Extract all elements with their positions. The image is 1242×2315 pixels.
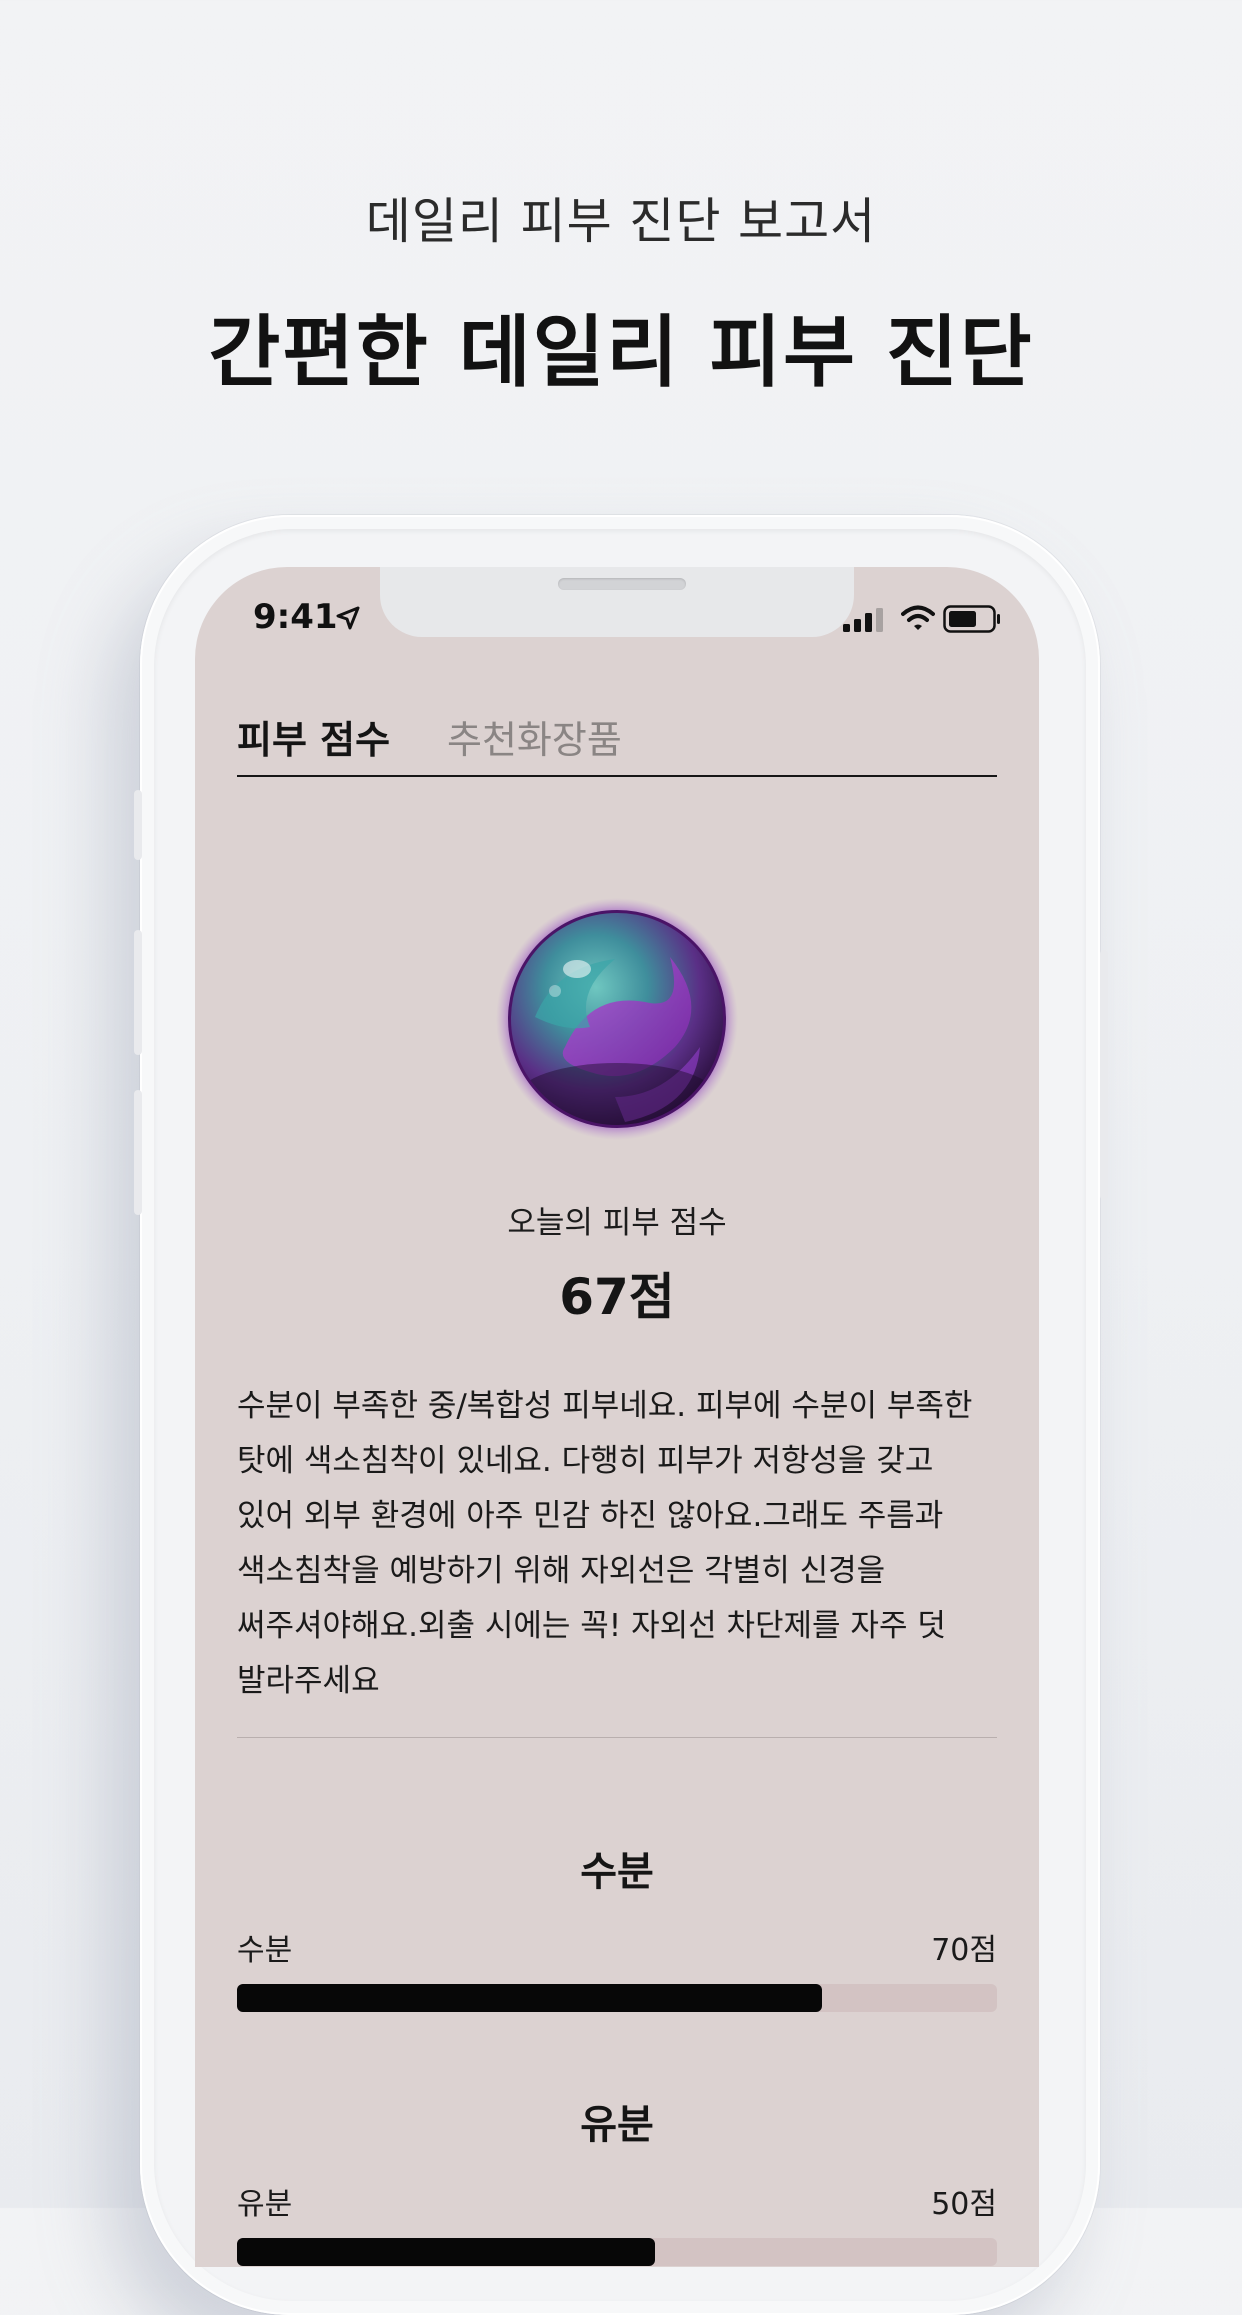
metric-score-moisture: 70점 <box>931 1933 997 1968</box>
section-divider <box>237 1737 997 1738</box>
progress-fill-moisture <box>237 1984 823 2012</box>
section-title-moisture: 수분 <box>580 1849 654 1895</box>
phone-volume-down <box>134 1090 142 1215</box>
battery-icon <box>943 605 1000 633</box>
tab-underline <box>237 775 997 777</box>
phone-mute-switch <box>134 790 142 860</box>
promo-subtitle: 데일리 피부 진단 보고서 <box>365 193 877 250</box>
location-arrow-icon <box>336 606 360 630</box>
app-screen: 9:41 피부 점수 추천화장품 오늘의 피부 점수 67점 수분이 부족한 중… <box>195 567 1039 2267</box>
phone-notch <box>380 567 854 637</box>
metric-name-oil: 유분 <box>237 2187 293 2222</box>
progress-fill-oil <box>237 2238 655 2266</box>
phone-volume-up <box>134 930 142 1055</box>
progress-bar-oil <box>237 2238 997 2266</box>
score-label: 오늘의 피부 점수 <box>507 1205 727 1241</box>
status-time: 9:41 <box>253 597 338 637</box>
section-title-oil: 유분 <box>580 2102 654 2148</box>
wifi-icon <box>901 605 935 630</box>
score-value: 67점 <box>559 1268 675 1326</box>
metric-score-oil: 50점 <box>931 2187 997 2222</box>
speaker-grille <box>558 578 686 590</box>
progress-bar-moisture <box>237 1984 997 2012</box>
phone-power-button <box>1100 950 1108 1200</box>
skin-orb-icon <box>496 898 738 1140</box>
metric-name-moisture: 수분 <box>237 1933 293 1968</box>
tab-recommended-cosmetics[interactable]: 추천화장품 <box>447 709 622 764</box>
signal-icon <box>843 608 883 632</box>
skin-description: 수분이 부족한 중/복합성 피부네요. 피부에 수분이 부족한 탓에 색소침착이… <box>237 1388 973 1699</box>
promo-title: 간편한 데일리 피부 진단 <box>208 308 1034 398</box>
tab-skin-score[interactable]: 피부 점수 <box>237 709 390 764</box>
